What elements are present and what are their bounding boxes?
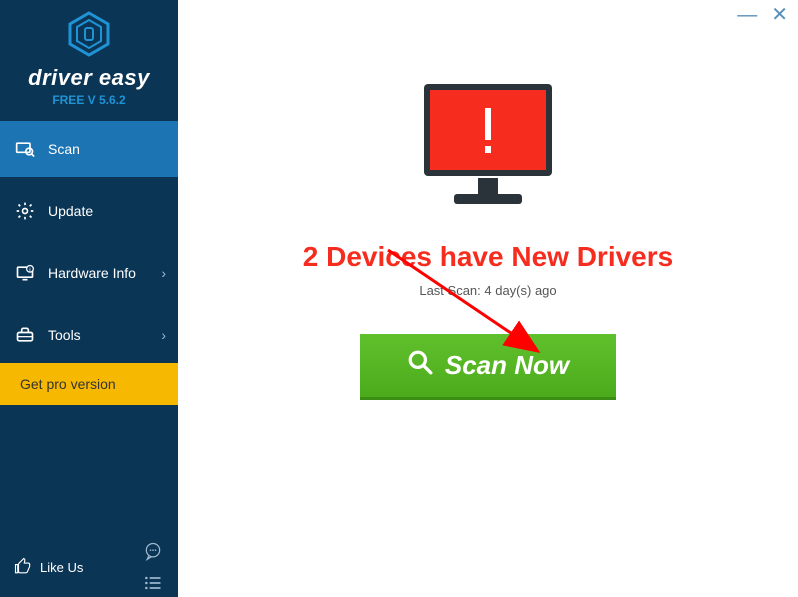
feedback-icon[interactable]	[142, 540, 164, 562]
sidebar-nav: Scan Update i Hardware Info › Tools	[0, 121, 178, 363]
toolbox-icon	[14, 324, 36, 346]
sidebar-item-scan[interactable]: Scan	[0, 121, 178, 177]
app-window: — ✕ driver easy FREE V 5.6.2 Scan	[0, 0, 798, 597]
sidebar-item-label: Hardware Info	[48, 265, 136, 281]
scan-icon	[14, 138, 36, 160]
sidebar-item-label: Tools	[48, 327, 81, 343]
brand: driver easy FREE V 5.6.2	[0, 0, 178, 115]
sidebar-item-update[interactable]: Update	[0, 183, 178, 239]
bottom-icons	[142, 540, 164, 594]
brand-logo-icon	[0, 10, 178, 63]
get-pro-label: Get pro version	[20, 376, 116, 392]
search-icon	[407, 349, 433, 382]
scan-now-label: Scan Now	[445, 350, 569, 381]
sidebar-item-tools[interactable]: Tools ›	[0, 307, 178, 363]
info-monitor-icon: i	[14, 262, 36, 284]
menu-icon[interactable]	[142, 572, 164, 594]
like-us-button[interactable]: Like Us	[14, 557, 83, 578]
sidebar-bottom: Like Us	[0, 537, 178, 597]
main-panel: 2 Devices have New Drivers Last Scan: 4 …	[178, 0, 798, 597]
thumbs-up-icon	[14, 557, 32, 578]
scan-now-button[interactable]: Scan Now	[360, 334, 616, 400]
last-scan-text: Last Scan: 4 day(s) ago	[419, 283, 556, 298]
get-pro-button[interactable]: Get pro version	[0, 363, 178, 405]
headline-text: 2 Devices have New Drivers	[303, 241, 673, 273]
window-controls: — ✕	[737, 8, 788, 22]
chevron-right-icon: ›	[161, 265, 166, 281]
brand-name: driver easy	[0, 65, 178, 91]
close-button[interactable]: ✕	[771, 8, 788, 22]
like-us-label: Like Us	[40, 560, 83, 575]
sidebar-item-hardware-info[interactable]: i Hardware Info ›	[0, 245, 178, 301]
sidebar-item-label: Update	[48, 203, 93, 219]
chevron-right-icon: ›	[161, 327, 166, 343]
sidebar-spacer	[0, 405, 178, 537]
minimize-button[interactable]: —	[737, 8, 757, 22]
gear-icon	[14, 200, 36, 222]
brand-version: FREE V 5.6.2	[0, 93, 178, 107]
alert-monitor-icon	[408, 78, 568, 223]
sidebar: driver easy FREE V 5.6.2 Scan Update i	[0, 0, 178, 597]
sidebar-item-label: Scan	[48, 141, 80, 157]
